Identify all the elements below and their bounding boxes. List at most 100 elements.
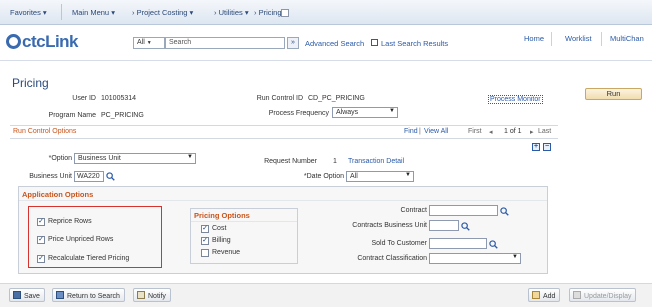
update-display-label: Update/Display xyxy=(584,293,632,300)
search-scope-select[interactable]: All ▼ xyxy=(133,37,165,49)
search-input[interactable]: Search xyxy=(165,37,285,49)
billing-label: Billing xyxy=(212,237,231,244)
divider xyxy=(10,125,558,126)
breadcrumb-utilities[interactable]: › Utilities ▾ xyxy=(214,8,249,17)
main-menu[interactable]: Main Menu ▾ xyxy=(72,8,115,17)
revenue-label: Revenue xyxy=(212,249,241,256)
cost-label: Cost xyxy=(212,225,227,232)
billing-checkbox[interactable]: ✓ xyxy=(201,237,209,245)
process-monitor-link[interactable]: Process Monitor xyxy=(488,95,543,104)
delete-row-icon[interactable]: − xyxy=(543,143,551,151)
find-separator: | xyxy=(419,128,421,135)
application-options-header: Application Options xyxy=(22,190,94,199)
reprice-rows-checkbox[interactable]: ✓ xyxy=(37,218,45,226)
header-separator xyxy=(551,32,552,46)
process-frequency-label: Process Frequency xyxy=(268,110,329,117)
lookup-icon[interactable] xyxy=(500,207,509,216)
price-unpriced-rows-label: Price Unpriced Rows xyxy=(48,236,114,243)
logo-text: ctcLink xyxy=(22,32,79,51)
business-unit-input[interactable]: WA220 xyxy=(74,171,104,182)
add-button[interactable]: Add xyxy=(528,288,561,302)
breadcrumb-project-costing[interactable]: › Project Costing ▾ xyxy=(132,8,193,17)
contract-label: Contract xyxy=(400,207,427,214)
recalculate-tiered-pricing-label: Recalculate Tiered Pricing xyxy=(48,255,130,262)
page-title: Pricing xyxy=(12,76,49,90)
notify-button[interactable]: Notify xyxy=(133,288,171,302)
breadcrumb-pricing[interactable]: › Pricing xyxy=(254,8,282,17)
return-to-search-label: Return to Search xyxy=(67,293,120,300)
chevron-down-icon: ▼ xyxy=(187,154,193,160)
save-button[interactable]: Save xyxy=(9,288,45,302)
user-id-label: User ID xyxy=(72,95,96,102)
main-menu-label: Main Menu xyxy=(72,8,110,17)
add-icon xyxy=(532,291,540,299)
ctclink-logo: ctcLink xyxy=(6,32,79,52)
process-frequency-value: Always xyxy=(336,109,359,116)
notify-icon xyxy=(137,291,145,299)
contract-classification-select[interactable]: ▼ xyxy=(429,253,521,264)
divider xyxy=(19,200,547,201)
update-display-button[interactable]: Update/Display xyxy=(569,288,637,302)
revenue-checkbox[interactable] xyxy=(201,249,209,257)
save-icon xyxy=(13,291,21,299)
favorites-label: Favorites xyxy=(10,8,41,17)
header-separator xyxy=(601,32,602,46)
breadcrumb-label: Pricing xyxy=(258,8,282,17)
last-search-results-link[interactable]: Last Search Results xyxy=(381,39,448,48)
search-placeholder: Search xyxy=(169,39,192,46)
program-name-value: PC_PRICING xyxy=(101,112,144,119)
breadcrumb-label: Utilities xyxy=(218,8,243,17)
return-to-search-button[interactable]: Return to Search xyxy=(52,288,125,302)
add-row-icon[interactable]: + xyxy=(532,143,540,151)
logo-ring-icon xyxy=(6,34,21,49)
last-label[interactable]: Last xyxy=(538,128,551,135)
run-control-label: Run Control ID xyxy=(256,95,303,102)
run-control-value: CD_PC_PRICING xyxy=(308,95,365,102)
date-option-label: *Date Option xyxy=(303,173,344,180)
option-value: Business Unit xyxy=(78,155,121,162)
request-number-value: 1 xyxy=(333,158,337,165)
date-option-select[interactable]: All ▼ xyxy=(346,171,414,182)
option-label: *Option xyxy=(48,155,72,162)
chevron-down-icon: ▼ xyxy=(146,40,152,46)
first-label[interactable]: First xyxy=(468,128,482,135)
sold-to-input[interactable] xyxy=(429,238,487,249)
lookup-icon[interactable] xyxy=(106,172,115,181)
multichannel-link[interactable]: MultiChan xyxy=(610,34,644,43)
pricing-options-header: Pricing Options xyxy=(194,211,250,220)
home-link[interactable]: Home xyxy=(524,34,544,43)
row-range: 1 of 1 xyxy=(504,128,522,135)
contracts-bu-input[interactable] xyxy=(429,220,459,231)
advanced-search-link[interactable]: Advanced Search xyxy=(305,39,364,48)
recalculate-tiered-pricing-checkbox[interactable]: ✓ xyxy=(37,255,45,263)
header-bar: ctcLink All ▼ Search » Advanced Search L… xyxy=(0,25,652,61)
process-frequency-select[interactable]: Always ▼ xyxy=(332,107,398,118)
run-button[interactable]: Run xyxy=(585,88,642,100)
add-label: Add xyxy=(543,293,556,300)
transaction-detail-link[interactable]: Transaction Detail xyxy=(348,158,404,165)
request-number-label: Request Number xyxy=(264,158,317,165)
prev-arrow-icon[interactable]: ◂ xyxy=(489,128,493,136)
return-icon xyxy=(56,291,64,299)
nav-separator xyxy=(61,4,62,20)
view-all-link[interactable]: View All xyxy=(424,128,448,135)
contracts-bu-label: Contracts Business Unit xyxy=(352,222,427,229)
worklist-link[interactable]: Worklist xyxy=(565,34,592,43)
cost-checkbox[interactable]: ✓ xyxy=(201,225,209,233)
footer-toolbar: Save Return to Search Notify Add Update/… xyxy=(0,283,652,307)
search-go-button[interactable]: » xyxy=(287,37,299,49)
update-display-icon xyxy=(573,291,581,299)
lookup-icon[interactable] xyxy=(489,240,498,249)
divider xyxy=(191,221,297,222)
option-select[interactable]: Business Unit ▼ xyxy=(74,153,196,164)
contract-input[interactable] xyxy=(429,205,498,216)
last-results-icon xyxy=(371,39,378,46)
sold-to-label: Sold To Customer xyxy=(371,240,427,247)
favorites-menu[interactable]: Favorites ▾ xyxy=(10,8,47,17)
chevron-down-icon: ▼ xyxy=(405,172,411,178)
next-arrow-icon[interactable]: ▸ xyxy=(530,128,534,136)
chevron-down-icon: ▼ xyxy=(512,254,518,260)
find-link[interactable]: Find xyxy=(404,128,418,135)
lookup-icon[interactable] xyxy=(461,222,470,231)
price-unpriced-rows-checkbox[interactable]: ✓ xyxy=(37,236,45,244)
